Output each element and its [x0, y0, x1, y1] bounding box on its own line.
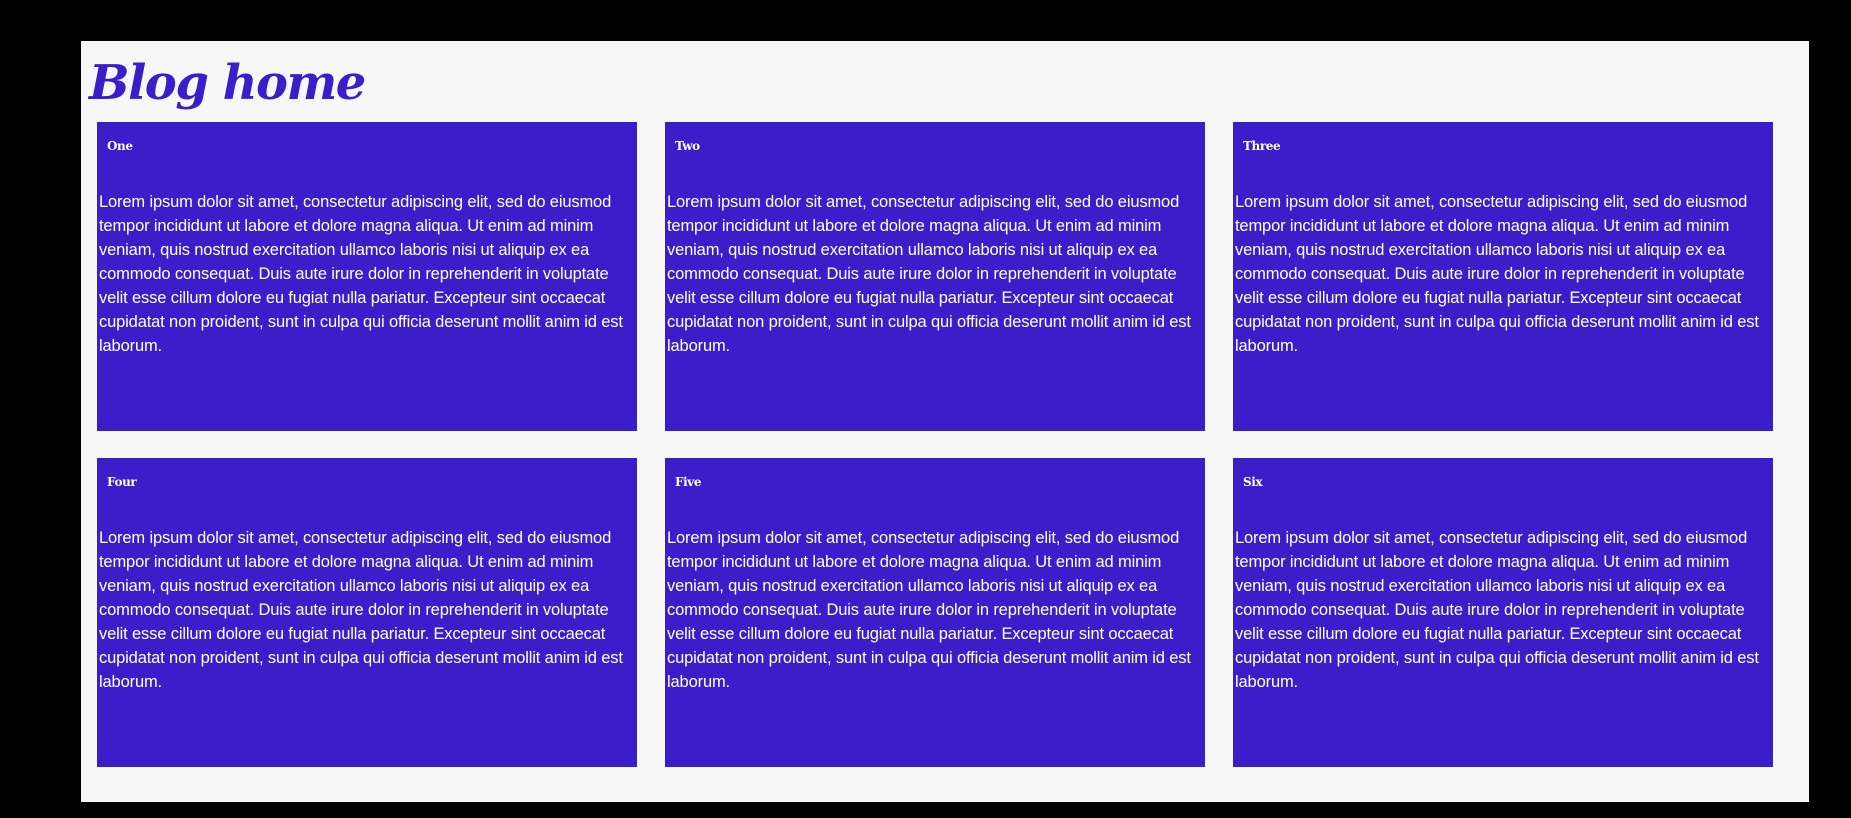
post-card-two[interactable]: Two Lorem ipsum dolor sit amet, consecte… [665, 122, 1205, 431]
post-card-title: One [107, 139, 133, 153]
post-card-body: Lorem ipsum dolor sit amet, consectetur … [1235, 529, 1759, 691]
post-card-body: Lorem ipsum dolor sit amet, consectetur … [667, 193, 1191, 355]
post-card-title: Three [1243, 139, 1281, 153]
post-card-one[interactable]: One Lorem ipsum dolor sit amet, consecte… [97, 122, 637, 431]
post-card-four[interactable]: Four Lorem ipsum dolor sit amet, consect… [97, 458, 637, 767]
post-card-title: Four [107, 475, 137, 489]
post-card-five[interactable]: Five Lorem ipsum dolor sit amet, consect… [665, 458, 1205, 767]
post-grid: One Lorem ipsum dolor sit amet, consecte… [97, 122, 1773, 767]
post-card-six[interactable]: Six Lorem ipsum dolor sit amet, consecte… [1233, 458, 1773, 767]
post-card-title: Two [675, 139, 700, 153]
post-card-title: Five [675, 475, 702, 489]
post-card-body: Lorem ipsum dolor sit amet, consectetur … [667, 529, 1191, 691]
post-card-body: Lorem ipsum dolor sit amet, consectetur … [99, 193, 623, 355]
post-card-title: Six [1243, 475, 1263, 489]
post-card-three[interactable]: Three Lorem ipsum dolor sit amet, consec… [1233, 122, 1773, 431]
page-title: Blog home [89, 55, 366, 111]
post-card-body: Lorem ipsum dolor sit amet, consectetur … [1235, 193, 1759, 355]
post-card-body: Lorem ipsum dolor sit amet, consectetur … [99, 529, 623, 691]
blog-page: Blog home One Lorem ipsum dolor sit amet… [81, 41, 1809, 802]
